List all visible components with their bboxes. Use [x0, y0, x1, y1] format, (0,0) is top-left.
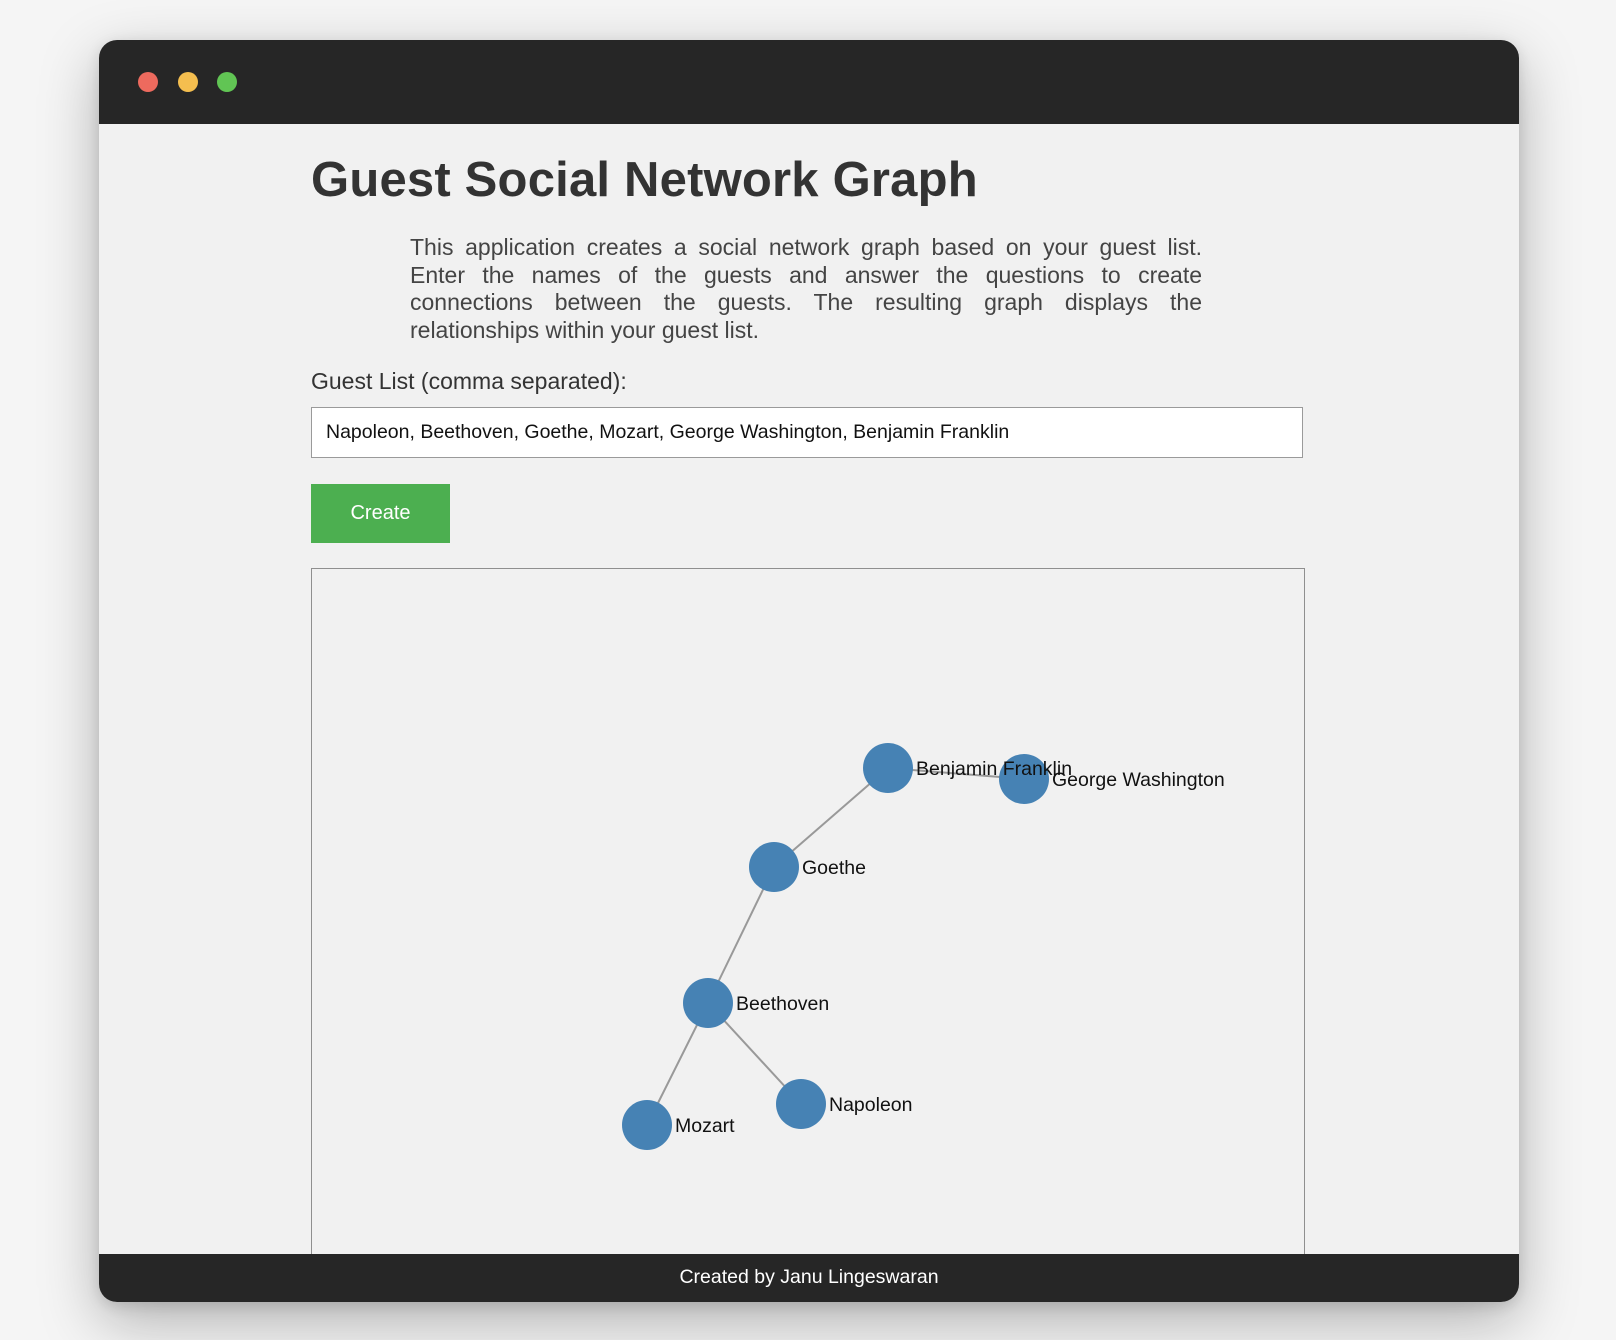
node-label-george-washington: George Washington [1052, 769, 1225, 791]
app-description: This application creates a social networ… [410, 234, 1202, 343]
page-footer: Created by Janu Lingeswaran [99, 1254, 1519, 1302]
app-window: Guest Social Network Graph This applicat… [99, 40, 1519, 1302]
node-label-mozart: Mozart [675, 1115, 735, 1137]
minimize-window-button[interactable] [178, 72, 198, 92]
close-window-button[interactable] [138, 72, 158, 92]
guest-list-input[interactable] [311, 407, 1303, 458]
graph-node-goethe[interactable] [749, 842, 799, 892]
graph-node-napoleon[interactable] [776, 1079, 826, 1129]
graph-node-mozart[interactable] [622, 1100, 672, 1150]
network-graph[interactable]: Benjamin FranklinGeorge Washington Goethe… [312, 569, 1306, 1299]
page-content: Guest Social Network Graph This applicat… [99, 124, 1519, 1298]
footer-credit: Created by Janu Lingeswaran [679, 1266, 939, 1288]
maximize-window-button[interactable] [217, 72, 237, 92]
node-label-beethoven: Beethoven [736, 993, 829, 1015]
create-button[interactable]: Create [311, 484, 450, 543]
network-graph-panel: Benjamin Franklin George Washington Goethe… [311, 568, 1305, 1298]
node-label-benjamin-franklin: Benjamin Franklin [916, 758, 1072, 780]
node-label-napoleon: Napoleon [829, 1094, 912, 1116]
guest-list-label: Guest List (comma separated): [311, 368, 627, 394]
node-label-goethe: Goethe [802, 857, 866, 879]
graph-node-beethoven[interactable] [683, 978, 733, 1028]
window-titlebar [99, 40, 1519, 125]
page-title: Guest Social Network Graph [311, 153, 978, 207]
graph-node-benjamin-franklin[interactable] [863, 743, 913, 793]
